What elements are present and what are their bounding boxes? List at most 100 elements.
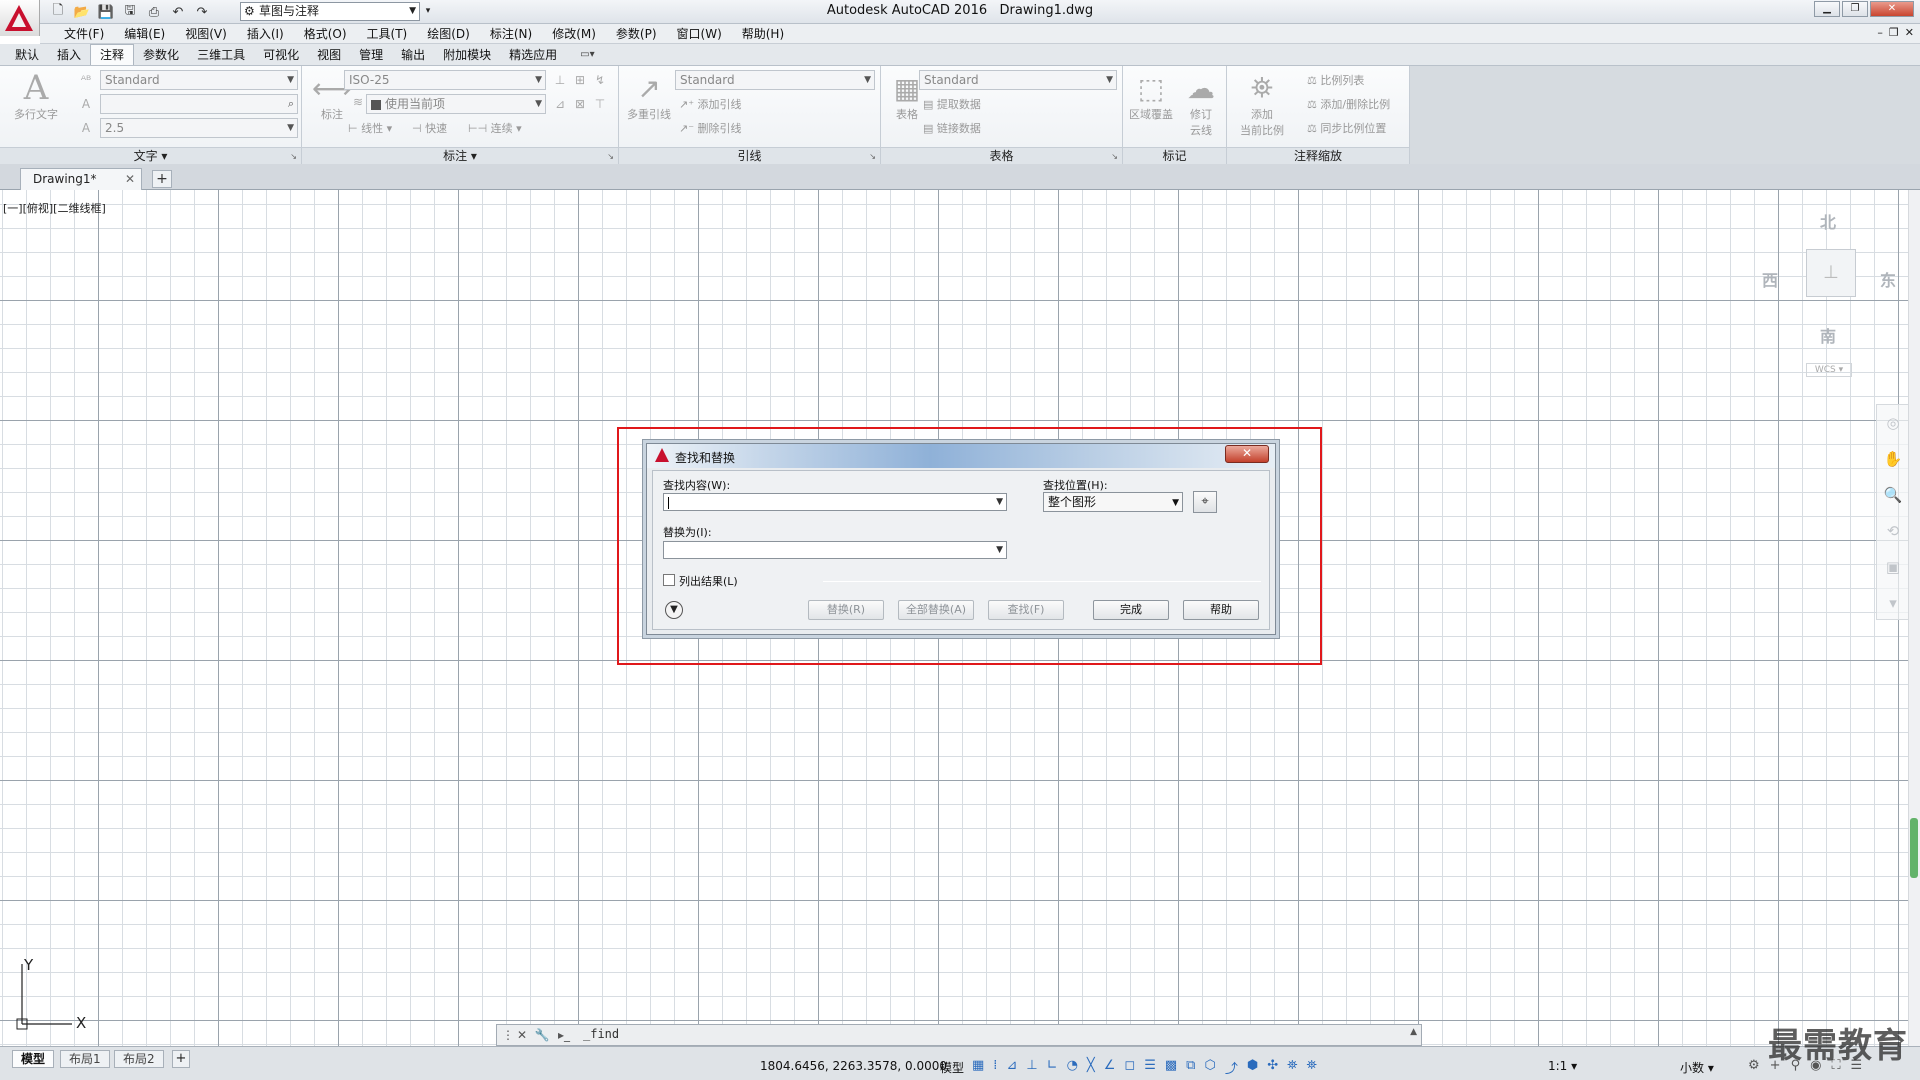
quick-dim-button[interactable]: ⊣ 快速: [412, 120, 447, 138]
dynamic-input-icon[interactable]: ⊥: [1026, 1058, 1037, 1077]
layout-tab-layout1[interactable]: 布局1: [60, 1050, 110, 1068]
close-icon[interactable]: ✕: [125, 169, 135, 189]
replace-button[interactable]: 替换(R): [808, 600, 884, 620]
list-results-checkbox[interactable]: [663, 574, 675, 586]
dialog-close-button[interactable]: ✕: [1225, 445, 1269, 463]
help-button[interactable]: 帮助: [1183, 600, 1259, 620]
menu-item-4[interactable]: 格式(O): [294, 25, 357, 42]
list-results-label[interactable]: 列出结果(L): [679, 573, 738, 589]
mleader-button[interactable]: ↗ 多重引线: [623, 70, 675, 122]
remove-leader-button[interactable]: ↗⁻ 删除引线: [679, 120, 742, 138]
add-current-scale-button[interactable]: ⛯ 添加 当前比例: [1233, 70, 1291, 138]
ribbon-tab-5[interactable]: 可视化: [254, 45, 308, 65]
object-snap-icon[interactable]: ◻: [1124, 1058, 1135, 1077]
replace-input[interactable]: ▼: [663, 541, 1007, 559]
dialog-launcher-icon[interactable]: ↘: [290, 148, 297, 165]
new-layout-button[interactable]: +: [172, 1050, 190, 1068]
mtext-button[interactable]: A 多行文字: [10, 68, 62, 122]
text-height-combo[interactable]: 2.5 ▼: [100, 118, 298, 138]
layout-tab-layout2[interactable]: 布局2: [114, 1050, 164, 1068]
ribbon-tab-8[interactable]: 输出: [392, 45, 434, 65]
doc-tab-drawing1[interactable]: Drawing1* ✕: [20, 168, 142, 190]
vertical-scrollbar[interactable]: [1908, 190, 1920, 1046]
showmotion-icon[interactable]: ▣: [1877, 549, 1909, 585]
dim-layer-combo[interactable]: 使用当前项 ▼: [366, 94, 546, 114]
link-data-button[interactable]: ▤ 链接数据: [923, 120, 981, 138]
orbit-icon[interactable]: ⟲: [1877, 513, 1909, 549]
table-style-combo[interactable]: Standard ▼: [919, 70, 1117, 90]
chevron-up-icon[interactable]: ▲: [1410, 1027, 1417, 1037]
menu-item-2[interactable]: 视图(V): [175, 25, 237, 42]
minimize-button[interactable]: ▁: [1814, 1, 1840, 17]
menu-item-8[interactable]: 修改(M): [542, 25, 606, 42]
text-style-combo[interactable]: Standard ▼: [100, 70, 298, 90]
wrench-icon[interactable]: 🔧: [533, 1027, 551, 1043]
polar-icon[interactable]: ◔: [1067, 1058, 1078, 1077]
doc-minimize-icon[interactable]: –: [1877, 26, 1883, 39]
text-panel-label[interactable]: 文字 ▾ ↘: [0, 147, 301, 164]
model-space-toggle[interactable]: 模型: [940, 1059, 964, 1076]
steering-wheel-icon[interactable]: ◎: [1877, 405, 1909, 441]
maximize-button[interactable]: ❐: [1842, 1, 1868, 17]
auto-scale-icon[interactable]: ⛯: [1307, 1058, 1317, 1077]
add-delete-scale-button[interactable]: ⚖ 添加/删除比例: [1307, 96, 1390, 114]
ribbon-tab-6[interactable]: 视图: [308, 45, 350, 65]
extract-data-button[interactable]: ▤ 提取数据: [923, 96, 981, 114]
ribbon-tab-1[interactable]: 插入: [48, 45, 90, 65]
viewcube-north[interactable]: 北: [1820, 209, 1836, 233]
linear-dim-button[interactable]: ⊢ 线性 ▾: [348, 120, 392, 138]
select-objects-button[interactable]: ⌖: [1193, 491, 1217, 513]
add-leader-button[interactable]: ↗⁺ 添加引线: [679, 96, 742, 114]
done-button[interactable]: 完成: [1093, 600, 1169, 620]
zoom-icon[interactable]: 🔍: [1877, 477, 1909, 513]
revcloud-button[interactable]: ☁ 修订 云线: [1175, 70, 1227, 138]
viewcube-east[interactable]: 东: [1880, 267, 1896, 291]
annotation-visibility-icon[interactable]: ⛯: [1287, 1058, 1297, 1077]
dimension-panel-label[interactable]: 标注 ▾ ↘: [302, 147, 618, 164]
sync-scale-button[interactable]: ⚖ 同步比例位置: [1307, 120, 1386, 138]
location-select[interactable]: 整个图形 ▼: [1043, 492, 1183, 512]
menu-item-0[interactable]: 文件(F): [54, 25, 114, 42]
find-input[interactable]: ▼: [663, 493, 1007, 511]
scroll-thumb[interactable]: [1910, 818, 1918, 878]
dynamic-ucs-icon[interactable]: ⤴: [1225, 1058, 1238, 1077]
markup-panel-label[interactable]: 标记: [1123, 147, 1226, 164]
viewcube[interactable]: 北 西 东 南 ⊥ WCS ▾: [1752, 205, 1912, 385]
dialog-launcher-icon[interactable]: ↘: [1111, 148, 1118, 165]
close-icon[interactable]: ✕: [513, 1027, 531, 1043]
coordinates-readout[interactable]: 1804.6456, 2263.3578, 0.0000: [760, 1059, 947, 1073]
dialog-launcher-icon[interactable]: ↘: [869, 148, 876, 165]
dim-tool-6-icon[interactable]: ⊤: [592, 96, 608, 112]
snap-icon[interactable]: ⁞: [993, 1058, 997, 1077]
new-drawing-tab-button[interactable]: +: [152, 170, 172, 188]
leader-panel-label[interactable]: 引线 ↘: [619, 147, 880, 164]
ribbon-tab-2[interactable]: 注释: [90, 44, 135, 65]
annotation-scaling-panel-label[interactable]: 注释缩放: [1227, 147, 1409, 164]
command-line[interactable]: ⋮ ✕ 🔧 ▸_ _find ▲: [496, 1024, 1422, 1046]
annotation-scale[interactable]: 1:1 ▾: [1548, 1059, 1577, 1073]
selection-filter-icon[interactable]: ⬢: [1247, 1058, 1258, 1077]
menu-item-1[interactable]: 编辑(E): [114, 25, 175, 42]
viewcube-top-face[interactable]: ⊥: [1806, 249, 1856, 297]
menu-item-10[interactable]: 窗口(W): [667, 25, 732, 42]
isodraft-icon[interactable]: ╳: [1087, 1058, 1095, 1077]
gizmo-icon[interactable]: ✣: [1267, 1058, 1278, 1077]
dim-tool-3-icon[interactable]: ↯: [592, 72, 608, 88]
dim-tool-4-icon[interactable]: ⊿: [552, 96, 568, 112]
lineweight-icon[interactable]: ☰: [1144, 1058, 1156, 1077]
dim-tool-2-icon[interactable]: ⊞: [572, 72, 588, 88]
navbar-menu-icon[interactable]: ▾: [1877, 585, 1909, 621]
mleader-style-combo[interactable]: Standard ▼: [675, 70, 875, 90]
replace-all-button[interactable]: 全部替换(A): [898, 600, 974, 620]
layout-tab-model[interactable]: 模型: [12, 1050, 55, 1068]
infer-constraints-icon[interactable]: ⊿: [1006, 1058, 1017, 1077]
table-panel-label[interactable]: 表格 ↘: [881, 147, 1122, 164]
wipeout-button[interactable]: ⬚ 区域覆盖: [1125, 70, 1177, 122]
expand-options-button[interactable]: ▼: [665, 601, 683, 619]
scale-list-button[interactable]: ⚖ 比例列表: [1307, 72, 1364, 90]
grid-icon[interactable]: ▦: [972, 1058, 984, 1077]
dim-tool-5-icon[interactable]: ⊠: [572, 96, 588, 112]
3d-osnap-icon[interactable]: ⬡: [1204, 1058, 1215, 1077]
application-menu-button[interactable]: [0, 0, 40, 36]
ribbon-minimize-button[interactable]: ▭▾: [580, 45, 594, 65]
